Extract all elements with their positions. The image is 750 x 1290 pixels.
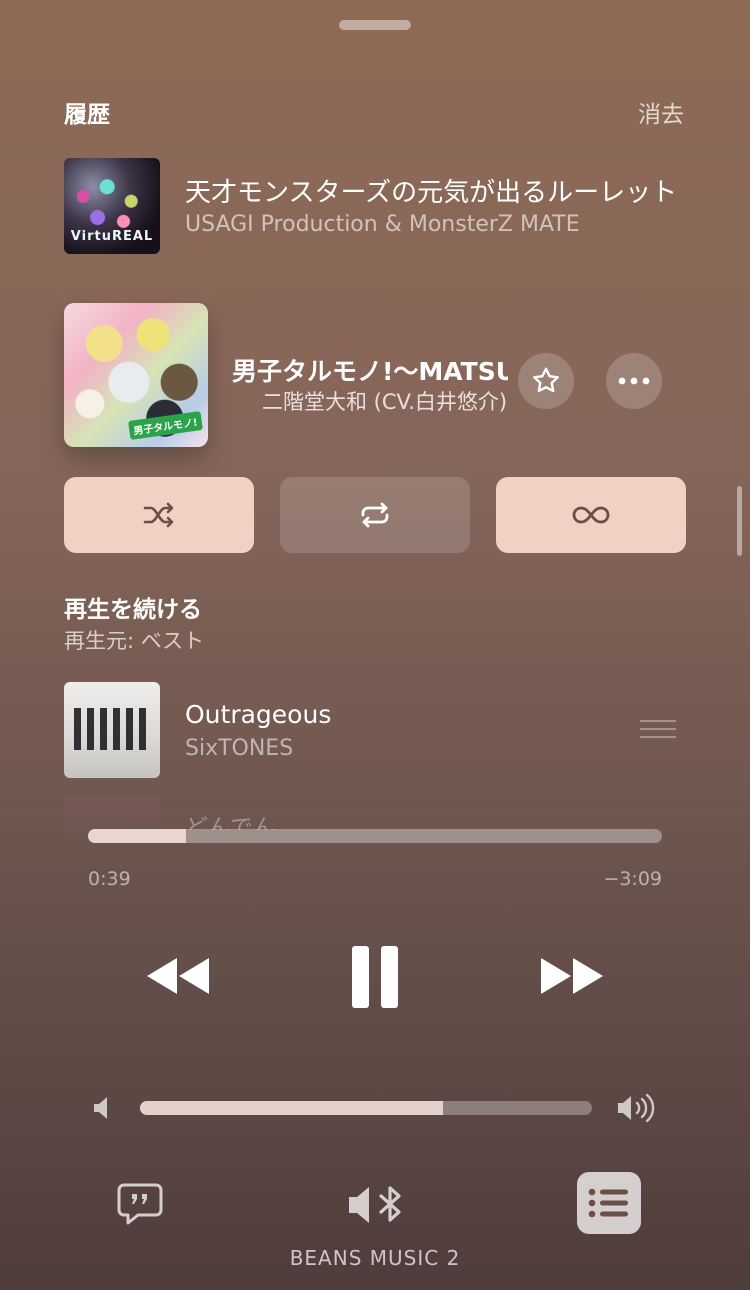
star-icon — [533, 367, 559, 393]
quote-bubble-icon — [117, 1183, 163, 1225]
fast-forward-icon — [541, 958, 603, 994]
list-icon — [588, 1188, 628, 1218]
pause-button[interactable] — [345, 942, 405, 1012]
shuffle-icon — [143, 502, 174, 528]
now-playing-artist: 二階堂大和 (CV.白井悠介) — [262, 390, 508, 414]
drag-handle-icon[interactable] — [640, 720, 676, 740]
rewind-icon — [147, 958, 209, 994]
remaining-time: −3:09 — [603, 868, 662, 890]
repeat-icon — [361, 502, 389, 528]
infinity-icon — [572, 506, 610, 524]
volume-slider[interactable] — [140, 1101, 592, 1115]
pause-icon — [352, 946, 398, 1008]
output-device-button[interactable] — [343, 1178, 407, 1232]
history-art-logo: VirtuREAL — [70, 229, 154, 244]
favorite-button[interactable] — [518, 353, 574, 409]
speaker-bluetooth-icon — [349, 1186, 401, 1223]
queue-album-art — [64, 682, 160, 778]
scroll-indicator[interactable] — [737, 486, 742, 556]
volume-high-icon — [616, 1092, 658, 1128]
ellipsis-icon — [618, 377, 650, 385]
autoplay-button[interactable] — [496, 477, 686, 553]
volume-low-icon — [92, 1094, 114, 1126]
history-album-art: VirtuREAL — [64, 158, 160, 254]
volume-slider-fill — [140, 1101, 443, 1115]
history-title: 履歴 — [64, 102, 110, 128]
now-playing-album-art: 男子タルモノ! — [64, 303, 208, 447]
queue-item-artist: SixTONES — [185, 736, 294, 761]
queue-list-button[interactable] — [577, 1172, 641, 1234]
shuffle-button[interactable] — [64, 477, 254, 553]
history-item-artist: USAGI Production & MonsterZ MATE — [185, 212, 580, 237]
continue-playing-source: 再生元: ベスト — [64, 629, 205, 653]
rewind-button[interactable] — [140, 946, 216, 1006]
queue-item-title-partial: どんでん — [185, 815, 276, 830]
output-device-name: BEANS MUSIC 2 — [289, 1246, 461, 1270]
playback-progress-fill — [88, 829, 186, 843]
repeat-button[interactable] — [280, 477, 470, 553]
sheet-grabber[interactable] — [339, 20, 411, 30]
playback-progress-bar[interactable] — [88, 829, 662, 843]
now-playing-info: 男子タルモノ!〜MATSURI〜 二階堂大和 (CV.白井悠介) — [232, 350, 508, 420]
continue-playing-title: 再生を続ける — [64, 597, 202, 623]
queue-item-title: Outrageous — [185, 700, 332, 729]
fast-forward-button[interactable] — [534, 946, 610, 1006]
elapsed-time: 0:39 — [88, 868, 131, 890]
now-playing-title: 男子タルモノ!〜MATSURI〜 — [232, 357, 508, 386]
history-item-title: 天才モンスターズの元気が出るルーレット — [185, 178, 678, 208]
more-options-button[interactable] — [606, 353, 662, 409]
clear-history-button[interactable]: 消去 — [638, 95, 684, 129]
lyrics-button[interactable] — [110, 1176, 170, 1232]
